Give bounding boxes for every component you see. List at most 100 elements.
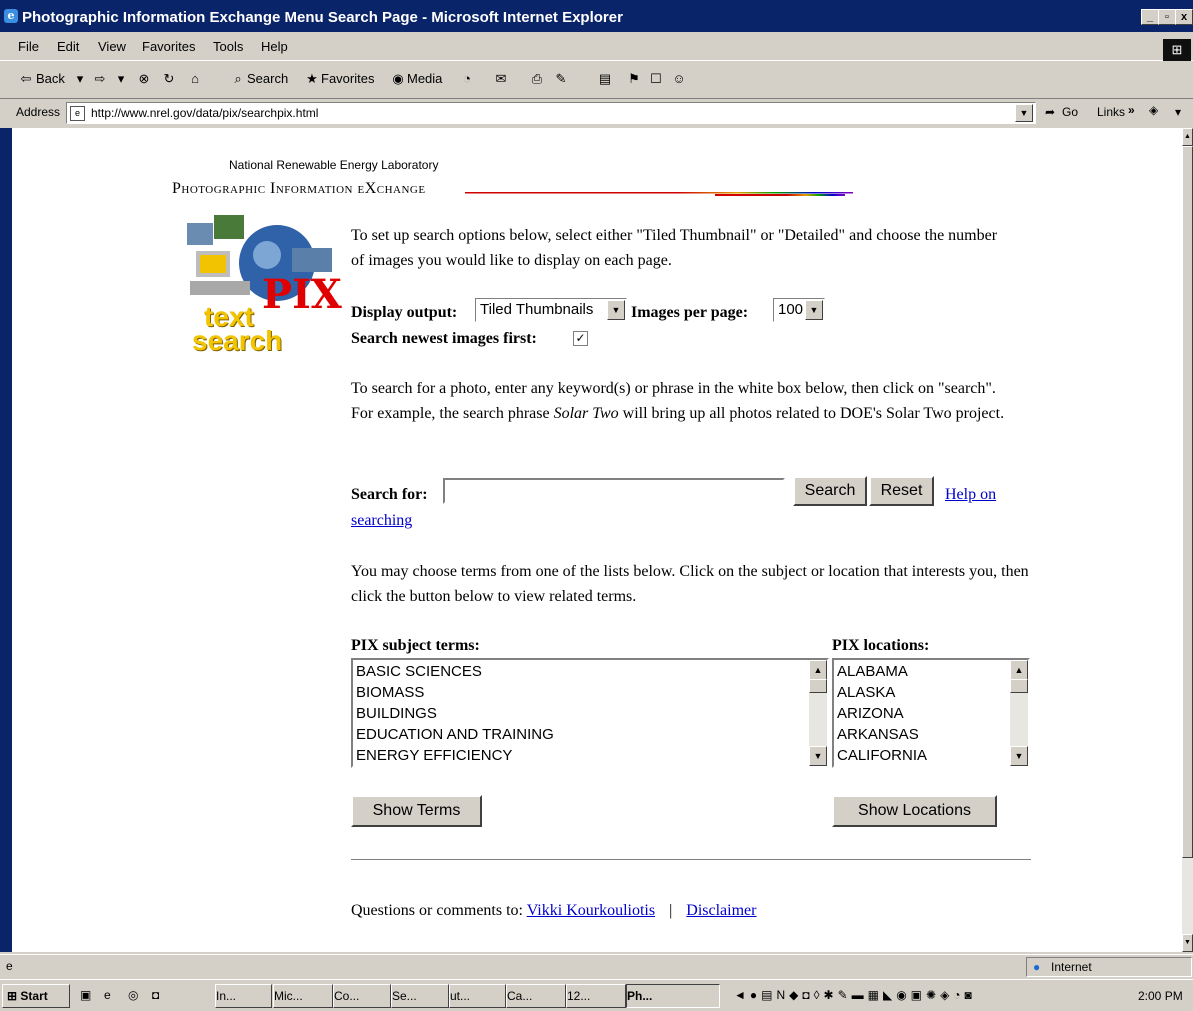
search-input[interactable] xyxy=(443,478,785,504)
back-arrow-icon[interactable]: ⇦ xyxy=(18,71,34,87)
rainbow-rule xyxy=(465,192,853,196)
forward-icon[interactable]: ⇨ xyxy=(92,71,108,87)
images-per-page-select[interactable]: 100 ▼ xyxy=(773,298,825,322)
subject-scrollbar[interactable]: ▲ ▼ xyxy=(809,660,827,766)
quicklaunch-desktop-icon[interactable]: ▣ xyxy=(80,988,91,1002)
back-button[interactable]: Back xyxy=(36,71,65,86)
task-button[interactable]: 12... xyxy=(566,984,626,1008)
ie-icon: e xyxy=(4,9,18,23)
favorites-icon[interactable]: ★ xyxy=(304,71,320,87)
search-toolbar-button[interactable]: Search xyxy=(247,71,288,86)
list-item[interactable]: ALASKA xyxy=(837,684,895,701)
help-on-link[interactable]: Help on xyxy=(945,482,996,507)
start-button[interactable]: ⊞ Start xyxy=(2,984,70,1008)
menu-file[interactable]: File xyxy=(18,39,39,54)
locations-listbox[interactable]: ALABAMA ALASKA ARIZONA ARKANSAS CALIFORN… xyxy=(832,658,1030,768)
forward-dropdown-icon[interactable]: ▾ xyxy=(113,71,129,87)
search-button[interactable]: Search xyxy=(793,476,867,506)
messenger-icon[interactable]: ☐ xyxy=(648,71,664,87)
chevron-right-icon[interactable]: » xyxy=(1128,103,1135,117)
list-item[interactable]: ENERGY EFFICIENCY xyxy=(356,747,512,764)
mail-icon[interactable]: ✉ xyxy=(493,71,509,87)
locations-scrollbar[interactable]: ▲ ▼ xyxy=(1010,660,1028,766)
maximize-button[interactable]: ▫ xyxy=(1158,9,1176,25)
back-dropdown-icon[interactable]: ▾ xyxy=(72,71,88,87)
chevron-down-icon[interactable]: ▼ xyxy=(607,300,625,320)
search-icon[interactable]: ⌕ xyxy=(230,71,246,87)
minimize-button[interactable]: _ xyxy=(1141,9,1159,25)
links-button[interactable]: Links xyxy=(1097,105,1125,119)
search-example: Solar Two xyxy=(553,405,619,422)
list-item[interactable]: BASIC SCIENCES xyxy=(356,663,482,680)
help-searching-link[interactable]: searching xyxy=(351,508,412,533)
menu-edit[interactable]: Edit xyxy=(57,39,79,54)
show-locations-button[interactable]: Show Locations xyxy=(832,795,997,827)
research-icon[interactable]: ⚑ xyxy=(626,71,642,87)
links-toolbar-icon[interactable]: ◈ xyxy=(1149,103,1158,117)
scroll-up-icon[interactable]: ▲ xyxy=(1182,128,1193,146)
scroll-down-icon[interactable]: ▼ xyxy=(1182,934,1193,952)
task-button[interactable]: In... xyxy=(215,984,272,1008)
menu-view[interactable]: View xyxy=(98,39,126,54)
globe-icon: ● xyxy=(1033,960,1041,974)
newest-first-label: Search newest images first: xyxy=(351,330,537,347)
media-icon[interactable]: ◉ xyxy=(390,71,406,87)
go-icon[interactable]: ➦ xyxy=(1045,105,1055,119)
list-item[interactable]: EDUCATION AND TRAINING xyxy=(356,726,554,743)
window-title-bar[interactable]: e Photographic Information Exchange Menu… xyxy=(0,0,1193,32)
task-button[interactable]: ut... xyxy=(449,984,506,1008)
chevron-down-icon[interactable]: ▼ xyxy=(805,300,823,320)
reset-button[interactable]: Reset xyxy=(869,476,934,506)
home-icon[interactable]: ⌂ xyxy=(187,71,203,87)
history-icon[interactable]: ◔ xyxy=(459,71,475,87)
menu-favorites[interactable]: Favorites xyxy=(142,39,195,54)
list-item[interactable]: BUILDINGS xyxy=(356,705,437,722)
quicklaunch-ie-icon[interactable]: e xyxy=(104,988,111,1002)
menu-tools[interactable]: Tools xyxy=(213,39,243,54)
task-button-active[interactable]: Ph... xyxy=(626,984,720,1008)
address-dropdown-icon[interactable]: ▼ xyxy=(1015,104,1033,122)
subject-terms-listbox[interactable]: BASIC SCIENCES BIOMASS BUILDINGS EDUCATI… xyxy=(351,658,829,768)
refresh-icon[interactable]: ↻ xyxy=(161,71,177,87)
task-button[interactable]: Co... xyxy=(333,984,391,1008)
menu-help[interactable]: Help xyxy=(261,39,288,54)
list-item[interactable]: CALIFORNIA xyxy=(837,747,927,764)
scroll-down-icon[interactable]: ▼ xyxy=(1010,746,1028,766)
favorites-toolbar-button[interactable]: Favorites xyxy=(321,71,374,86)
subject-terms-label: PIX subject terms: xyxy=(351,637,480,654)
scroll-down-icon[interactable]: ▼ xyxy=(809,746,827,766)
show-terms-button[interactable]: Show Terms xyxy=(351,795,482,827)
task-button[interactable]: Mic... xyxy=(273,984,333,1008)
search-help-text: To search for a photo, enter any keyword… xyxy=(351,376,1011,426)
print-icon[interactable]: ⎙ xyxy=(529,71,545,87)
task-button[interactable]: Se... xyxy=(391,984,449,1008)
close-button[interactable]: x xyxy=(1175,9,1193,25)
scroll-up-icon[interactable]: ▲ xyxy=(1010,660,1028,680)
list-item[interactable]: ALABAMA xyxy=(837,663,908,680)
chevron-down-icon[interactable]: ▾ xyxy=(1175,105,1181,119)
chat-icon[interactable]: ☺ xyxy=(671,71,687,87)
task-button[interactable]: Ca... xyxy=(506,984,566,1008)
contact-link[interactable]: Vikki Kourkouliotis xyxy=(527,902,655,919)
scroll-thumb[interactable] xyxy=(1182,146,1193,858)
quicklaunch-outlook-icon[interactable]: ◎ xyxy=(128,988,138,1002)
display-output-select[interactable]: Tiled Thumbnails ▼ xyxy=(475,298,627,322)
disclaimer-link[interactable]: Disclaimer xyxy=(686,902,756,919)
page-scrollbar[interactable]: ▲ ▼ xyxy=(1182,128,1193,952)
system-tray-icons[interactable]: ◄●▤N◆◘◊✱✎▬▦◣◉▣✺◈◔◙ xyxy=(734,984,1124,1006)
edit-icon[interactable]: ✎ xyxy=(553,71,569,87)
list-item[interactable]: BIOMASS xyxy=(356,684,424,701)
newest-first-checkbox[interactable]: ✓ xyxy=(573,331,588,346)
taskbar: ⊞ Start ▣ e ◎ ◘ In... Mic... Co... Se...… xyxy=(0,979,1193,1011)
media-toolbar-button[interactable]: Media xyxy=(407,71,442,86)
quicklaunch-media-icon[interactable]: ◘ xyxy=(152,988,159,1002)
list-item[interactable]: ARKANSAS xyxy=(837,726,919,743)
go-button[interactable]: Go xyxy=(1062,105,1078,119)
discuss-icon[interactable]: ▤ xyxy=(597,71,613,87)
scroll-up-icon[interactable]: ▲ xyxy=(809,660,827,680)
address-input[interactable]: e http://www.nrel.gov/data/pix/searchpix… xyxy=(66,102,1036,124)
list-item[interactable]: ARIZONA xyxy=(837,705,904,722)
scroll-thumb[interactable] xyxy=(1010,679,1028,693)
stop-icon[interactable]: ⊗ xyxy=(136,71,152,87)
scroll-thumb[interactable] xyxy=(809,679,827,693)
